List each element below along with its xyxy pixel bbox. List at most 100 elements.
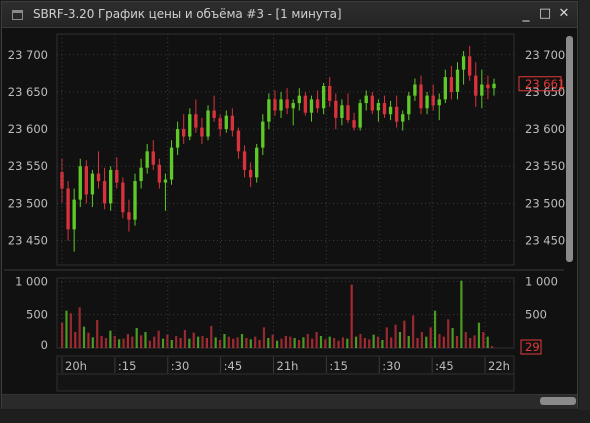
candle-body <box>413 84 417 96</box>
volume-bar <box>354 336 358 348</box>
chart-area[interactable]: 23 700 23 70023 650 23 65023 600 23 60023 5… <box>2 2 577 394</box>
volume-bar <box>469 338 472 348</box>
volume-bar <box>416 338 419 348</box>
volume-bar <box>236 337 239 348</box>
candle-body <box>115 169 119 183</box>
volume-bar <box>210 326 213 348</box>
volume-bar <box>302 337 305 348</box>
volume-bar <box>289 336 292 348</box>
volume-bar <box>315 332 318 348</box>
candle-body <box>267 99 271 122</box>
time-tick-label: :30 <box>382 359 401 373</box>
candle-body <box>139 167 143 182</box>
volume-bar <box>201 336 204 348</box>
vertical-scrollbar-thumb[interactable] <box>566 36 573 262</box>
horizontal-scrollbar-thumb[interactable] <box>540 397 576 405</box>
candle-body <box>425 95 429 109</box>
candle-body <box>96 173 101 182</box>
price-tick-right: 23 700 <box>525 48 565 62</box>
time-tick-label: 20h <box>65 359 87 373</box>
candle-body <box>370 95 374 111</box>
volume-bar <box>118 339 121 348</box>
volume-bar <box>482 332 485 348</box>
candle-body <box>255 147 259 178</box>
last-volume-label: 29 <box>525 340 540 354</box>
candle-body <box>364 95 368 104</box>
volume-bar <box>139 335 143 348</box>
candle-body <box>461 56 466 70</box>
candle-body <box>242 151 247 170</box>
volume-tick-left: 1 000 <box>15 274 48 288</box>
volume-bar <box>78 307 81 348</box>
volume-tick-right: 1 000 <box>525 274 558 288</box>
volume-bar <box>381 340 384 348</box>
candle-body <box>437 99 441 106</box>
candle-body <box>109 169 113 204</box>
volume-bar <box>293 338 296 348</box>
volume-bar <box>390 337 393 348</box>
candle-body <box>346 105 350 121</box>
price-tick-left: 23 550 <box>8 159 48 173</box>
volume-bar <box>319 336 323 348</box>
candle-body <box>315 99 320 109</box>
candle-body <box>328 85 332 101</box>
candle-body <box>206 110 210 137</box>
candle-body <box>157 164 162 183</box>
chart-window: SBRF-3.20 График цены и объёма #3 - [1 м… <box>1 1 578 409</box>
price-panel: 23 700 23 70023 650 23 65023 600 23 60023 5… <box>4 29 565 271</box>
candle-body <box>224 115 228 130</box>
volume-bar <box>306 334 309 348</box>
candle-body <box>236 130 241 152</box>
price-tick-left: 23 500 <box>8 196 48 210</box>
candle-body <box>182 129 186 137</box>
volume-bar <box>214 337 217 348</box>
candle-body <box>467 56 472 76</box>
volume-bar <box>232 338 235 348</box>
price-tick-right: 23 550 <box>525 159 565 173</box>
horizontal-scrollbar[interactable] <box>2 394 577 409</box>
price-tick-right: 23 500 <box>525 196 565 210</box>
candle-body <box>455 69 460 92</box>
candle-body <box>218 117 222 130</box>
candle-body <box>401 114 405 122</box>
volume-bar <box>333 338 336 348</box>
candle-body <box>382 103 387 115</box>
volume-bar <box>91 337 94 348</box>
candle-body <box>90 173 95 195</box>
candle-body <box>188 114 192 137</box>
candle-body <box>78 166 82 200</box>
candle-body <box>449 77 454 92</box>
volume-bar <box>205 338 208 348</box>
volume-bar <box>363 338 366 348</box>
volume-bar <box>341 337 345 348</box>
candle-body <box>340 105 344 118</box>
time-tick-label: :15 <box>118 359 137 373</box>
time-tick-label: :45 <box>435 359 454 373</box>
candle-body <box>145 151 149 168</box>
volume-bar <box>87 332 90 348</box>
candle-body <box>273 99 277 111</box>
volume-bar <box>100 336 103 348</box>
candle-body <box>127 212 131 220</box>
volume-bar <box>433 310 437 348</box>
candle-body <box>297 95 301 104</box>
volume-bar <box>249 339 252 348</box>
candle-body <box>248 169 253 178</box>
price-tick-right: 23 450 <box>525 233 565 247</box>
price-tick-left: 23 700 <box>8 48 48 62</box>
volume-bar <box>464 332 467 348</box>
volume-bar <box>69 313 72 348</box>
time-tick-label: :15 <box>329 359 348 373</box>
candle-body <box>212 110 216 118</box>
volume-bar <box>429 327 432 348</box>
volume-bar <box>267 338 270 348</box>
candle-body <box>419 84 423 109</box>
volume-bar <box>223 334 226 348</box>
volume-bar <box>175 336 178 348</box>
candle-body <box>102 181 107 204</box>
volume-tick-left: 500 <box>26 308 48 322</box>
volume-bar <box>412 315 415 348</box>
candle-body <box>279 99 283 111</box>
volume-bar <box>451 328 454 348</box>
candle-body <box>492 83 496 89</box>
